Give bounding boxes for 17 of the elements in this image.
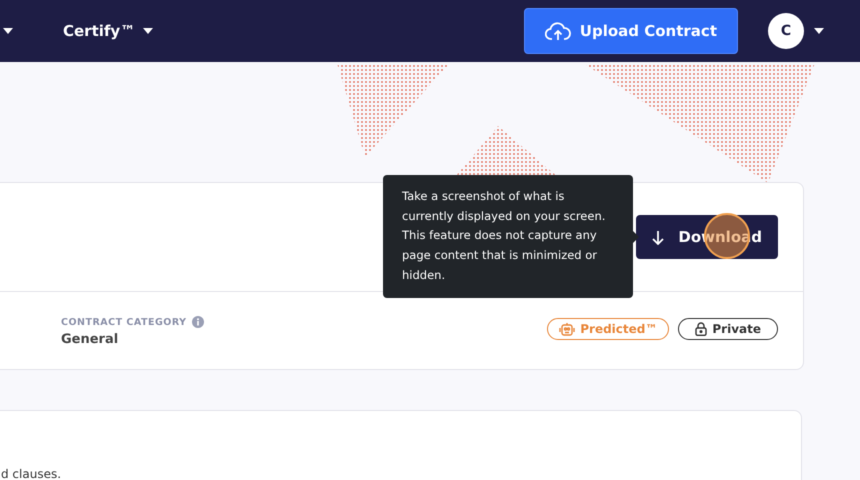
cloud-upload-icon [544,22,571,40]
tooltip-arrow [633,231,639,243]
robot-icon [559,322,576,336]
upload-contract-button[interactable]: Upload Contract [524,8,738,54]
certify-menu[interactable]: Certify™ [63,22,154,40]
predicted-badge: Predicted™ [547,318,670,340]
arrow-down-icon [652,230,664,244]
lock-icon [695,322,708,336]
caret-icon[interactable] [3,28,13,34]
category-value: General [61,332,120,347]
private-badge: Private [678,318,778,340]
caret-icon[interactable] [143,28,154,34]
user-avatar[interactable]: C [768,13,804,49]
card-text: d clauses. [1,467,62,480]
caret-icon[interactable] [814,28,824,34]
category-label: CONTRACT CATEGORY [61,316,187,328]
info-icon[interactable] [192,316,204,328]
